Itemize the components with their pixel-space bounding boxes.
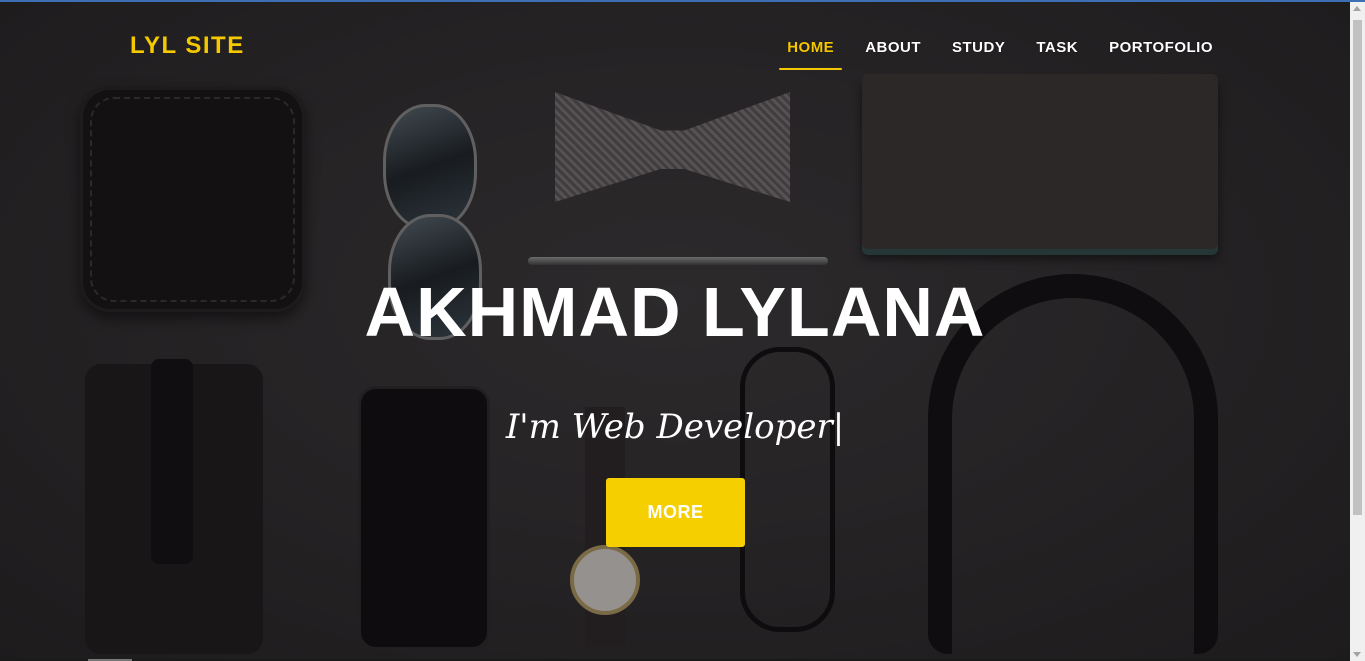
nav-item-study[interactable]: STUDY bbox=[952, 39, 1005, 70]
site-logo[interactable]: LYL SITE bbox=[130, 32, 245, 60]
nav-item-home[interactable]: HOME bbox=[779, 39, 843, 70]
hero-subtitle: I'm Web Developer| bbox=[0, 407, 1350, 447]
hero-subtitle-text: I'm Web Developer bbox=[505, 407, 833, 447]
nav-item-about[interactable]: ABOUT bbox=[865, 39, 921, 70]
hero-section: LYL SITE HOME ABOUT STUDY TASK PORTOFOLI… bbox=[0, 2, 1350, 659]
typing-cursor: | bbox=[832, 407, 845, 447]
vertical-scrollbar[interactable] bbox=[1350, 2, 1365, 661]
navbar: LYL SITE HOME ABOUT STUDY TASK PORTOFOLI… bbox=[0, 2, 1350, 97]
scroll-down-arrow-icon[interactable] bbox=[1353, 652, 1361, 657]
nav-item-portofolio[interactable]: PORTOFOLIO bbox=[1109, 39, 1213, 70]
nav-menu: HOME ABOUT STUDY TASK PORTOFOLIO bbox=[779, 39, 1213, 70]
more-button[interactable]: MORE bbox=[606, 478, 745, 547]
scrollbar-thumb[interactable] bbox=[1353, 20, 1362, 515]
nav-item-task[interactable]: TASK bbox=[1036, 39, 1078, 70]
hero-title: AKHMAD LYLANA bbox=[364, 273, 986, 351]
scroll-up-arrow-icon[interactable] bbox=[1353, 6, 1361, 11]
